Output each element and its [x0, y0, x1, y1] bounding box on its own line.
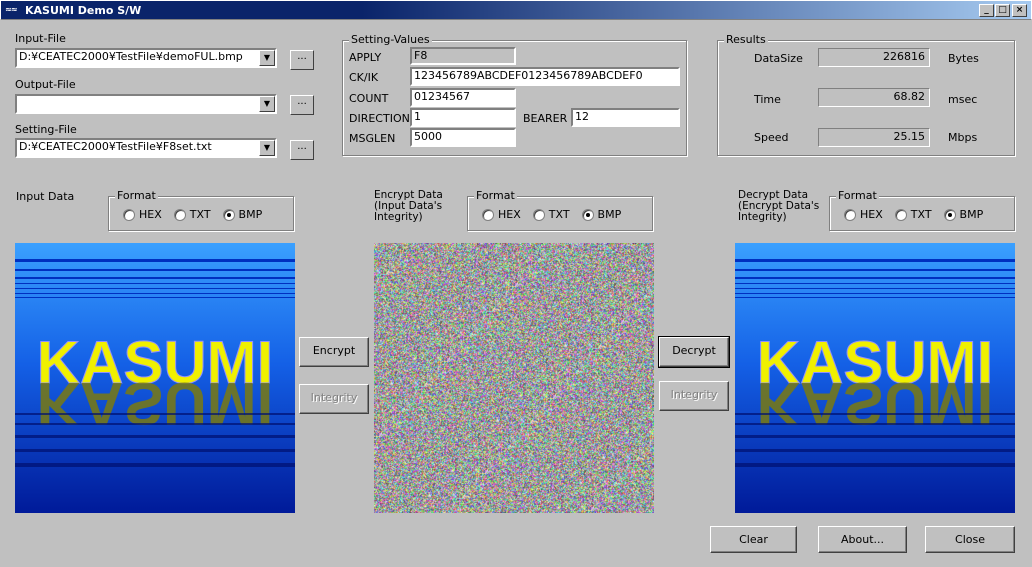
- output-file-combo[interactable]: ▼: [15, 94, 277, 114]
- decrypt-integrity-button[interactable]: Integrity: [659, 381, 729, 411]
- close-window-button[interactable]: ×: [1012, 4, 1027, 17]
- input-file-label: Input-File: [15, 32, 66, 45]
- decrypt-format-legend: Format: [836, 189, 879, 203]
- encrypt-format-group: Format HEX TXT BMP: [467, 189, 653, 231]
- decrypted-image-text-reflection: KASUMI: [757, 370, 994, 437]
- kasumi-bitmap-decrypted: KASUMI KASUMI: [735, 243, 1015, 513]
- input-browse-button[interactable]: ...: [290, 50, 314, 70]
- time-value: 68.82: [818, 88, 930, 107]
- encrypt-image: [374, 243, 654, 513]
- title-bar: ≈≈ KASUMI Demo S/W _ □ ×: [0, 0, 1032, 20]
- speed-label: Speed: [754, 131, 789, 144]
- input-image: KASUMI KASUMI: [15, 243, 295, 513]
- results-legend: Results: [724, 33, 768, 47]
- bearer-label: BEARER: [523, 112, 568, 125]
- datasize-label: DataSize: [754, 52, 803, 65]
- input-format-legend: Format: [115, 189, 158, 203]
- datasize-value: 226816: [818, 48, 930, 67]
- encrypt-format-legend: Format: [474, 189, 517, 203]
- ckik-label: CK/IK: [349, 71, 379, 84]
- setting-file-label: Setting-File: [15, 123, 77, 136]
- datasize-unit: Bytes: [948, 52, 979, 65]
- decrypt-button[interactable]: Decrypt: [658, 336, 730, 368]
- encrypt-format-txt[interactable]: TXT: [532, 208, 570, 221]
- chevron-down-icon[interactable]: ▼: [259, 50, 275, 66]
- time-unit: msec: [948, 93, 978, 106]
- close-button[interactable]: Close: [925, 526, 1015, 553]
- input-format-group: Format HEX TXT BMP: [108, 189, 294, 231]
- speed-unit: Mbps: [948, 131, 978, 144]
- encrypt-data-title: Encrypt Data (Input Data's Integrity): [374, 189, 443, 223]
- input-format-hex[interactable]: HEX: [123, 208, 162, 221]
- apply-label: APPLY: [349, 51, 382, 64]
- setting-file-combo[interactable]: D:¥CEATEC2000¥TestFile¥F8set.txt ▼: [15, 138, 277, 158]
- chevron-down-icon[interactable]: ▼: [259, 140, 275, 156]
- input-format-bmp[interactable]: BMP: [222, 208, 262, 221]
- kasumi-bitmap: KASUMI KASUMI: [15, 243, 295, 513]
- time-label: Time: [754, 93, 781, 106]
- kasumi-app-icon[interactable]: ≈≈: [5, 3, 21, 17]
- decrypt-data-title: Decrypt Data (Encrypt Data's Integrity): [738, 189, 820, 223]
- encrypt-format-hex[interactable]: HEX: [482, 208, 521, 221]
- minimize-button[interactable]: _: [979, 4, 994, 17]
- setting-file-value: D:¥CEATEC2000¥TestFile¥F8set.txt: [19, 140, 212, 153]
- decrypt-format-group: Format HEX TXT BMP: [829, 189, 1015, 231]
- output-file-label: Output-File: [15, 78, 76, 91]
- input-data-title: Input Data: [16, 190, 75, 203]
- chevron-down-icon[interactable]: ▼: [259, 96, 275, 112]
- image-text-reflection: KASUMI: [37, 370, 274, 437]
- about-button[interactable]: About...: [818, 526, 907, 553]
- input-file-combo[interactable]: D:¥CEATEC2000¥TestFile¥demoFUL.bmp ▼: [15, 48, 277, 68]
- bearer-field[interactable]: 12: [571, 108, 680, 127]
- ckik-field[interactable]: 123456789ABCDEF0123456789ABCDEF0: [410, 67, 680, 86]
- direction-field[interactable]: 1: [410, 108, 516, 127]
- count-field[interactable]: 01234567: [410, 88, 516, 107]
- apply-field: F8: [410, 47, 516, 65]
- direction-label: DIRECTION: [349, 112, 410, 125]
- decrypt-format-hex[interactable]: HEX: [844, 208, 883, 221]
- encrypt-format-bmp[interactable]: BMP: [581, 208, 621, 221]
- maximize-button[interactable]: □: [995, 4, 1010, 17]
- decrypt-format-txt[interactable]: TXT: [894, 208, 932, 221]
- input-file-value: D:¥CEATEC2000¥TestFile¥demoFUL.bmp: [19, 50, 243, 63]
- input-format-txt[interactable]: TXT: [173, 208, 211, 221]
- setting-values-legend: Setting-Values: [349, 33, 432, 47]
- clear-button[interactable]: Clear: [710, 526, 797, 553]
- encrypt-integrity-button[interactable]: Integrity: [299, 384, 369, 414]
- output-browse-button[interactable]: ...: [290, 95, 314, 115]
- count-label: COUNT: [349, 92, 389, 105]
- encrypt-button[interactable]: Encrypt: [299, 337, 369, 367]
- decrypt-format-bmp[interactable]: BMP: [943, 208, 983, 221]
- msglen-field[interactable]: 5000: [410, 128, 516, 147]
- msglen-label: MSGLEN: [349, 132, 396, 145]
- speed-value: 25.15: [818, 128, 930, 147]
- encrypted-noise-bitmap: [374, 243, 654, 513]
- decrypt-image: KASUMI KASUMI: [735, 243, 1015, 513]
- setting-browse-button[interactable]: ...: [290, 140, 314, 160]
- window-title: KASUMI Demo S/W: [25, 3, 142, 17]
